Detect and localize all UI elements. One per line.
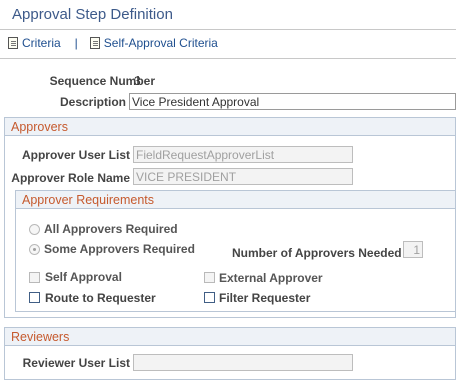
title-divider xyxy=(0,29,456,30)
all-approvers-required-radio[interactable] xyxy=(29,224,40,235)
approvers-section-header: Approvers xyxy=(5,118,455,136)
some-approvers-required-label: Some Approvers Required xyxy=(44,242,195,256)
sequence-number-value: 3 xyxy=(134,74,141,88)
toolbar: Criteria | Self-Approval Criteria xyxy=(8,36,218,50)
filter-requester-checkbox[interactable] xyxy=(204,292,215,303)
description-input[interactable] xyxy=(129,93,456,110)
approver-user-list-label: Approver User List xyxy=(21,148,130,162)
self-approval-criteria-link[interactable]: Self-Approval Criteria xyxy=(104,36,218,50)
route-to-requester-checkbox[interactable] xyxy=(29,292,40,303)
reviewer-user-list-input xyxy=(133,354,353,371)
toolbar-divider xyxy=(0,58,456,59)
external-approver-label: External Approver xyxy=(219,271,323,285)
approver-user-list-input xyxy=(133,146,353,163)
approver-requirements-header: Approver Requirements xyxy=(16,191,455,209)
description-label: Description xyxy=(59,95,126,109)
self-approval-label: Self Approval xyxy=(45,270,122,284)
some-approvers-required-radio[interactable] xyxy=(29,244,40,255)
filter-requester-label: Filter Requester xyxy=(219,291,311,305)
all-approvers-required-label: All Approvers Required xyxy=(44,222,178,236)
self-approval-checkbox[interactable] xyxy=(29,272,40,283)
toolbar-separator: | xyxy=(74,36,78,50)
page-title: Approval Step Definition xyxy=(12,6,173,23)
number-of-approvers-needed-input xyxy=(403,241,423,258)
reviewers-section-header: Reviewers xyxy=(5,328,455,346)
approver-role-name-label: Approver Role Name xyxy=(11,171,130,185)
number-of-approvers-needed-label: Number of Approvers Needed xyxy=(232,246,402,260)
self-approval-document-icon xyxy=(89,37,100,49)
route-to-requester-label: Route to Requester xyxy=(45,291,156,305)
criteria-link[interactable]: Criteria xyxy=(22,36,61,50)
reviewer-user-list-label: Reviewer User List xyxy=(22,356,130,370)
external-approver-checkbox[interactable] xyxy=(204,272,215,283)
criteria-document-icon xyxy=(8,37,18,49)
approver-role-name-input xyxy=(133,168,353,185)
